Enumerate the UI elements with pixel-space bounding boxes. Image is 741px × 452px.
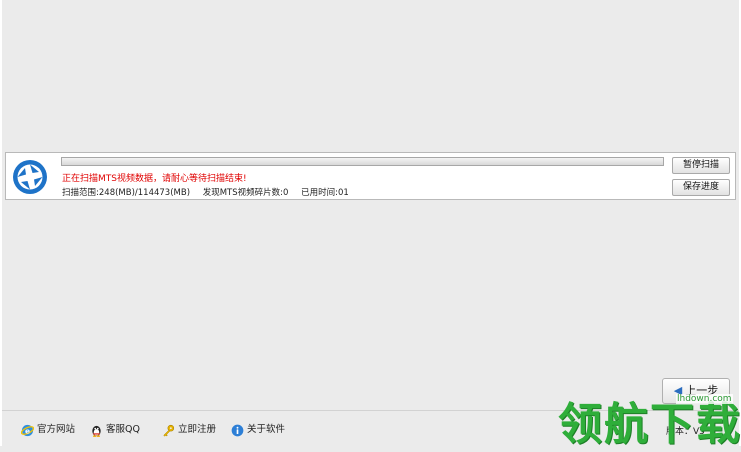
scan-range-label: 扫描范围: <box>62 188 99 198</box>
official-website-label: 官方网站 <box>37 424 76 435</box>
version-label: 版本：V5 <box>666 427 705 437</box>
service-qq-label: 客服QQ <box>106 424 140 435</box>
service-qq-link[interactable]: 客服QQ <box>90 423 140 437</box>
elapsed-value: 01 <box>338 188 349 198</box>
back-button-label: 上一步 <box>685 384 719 397</box>
pause-scan-button[interactable]: 暂停扫描 <box>672 157 730 174</box>
save-progress-button[interactable]: 保存进度 <box>672 179 730 196</box>
scan-range-value: 248(MB)/114473(MB) <box>98 188 191 198</box>
scan-status-text: 正在扫描MTS视频数据，请耐心等待扫描结束! <box>62 174 247 184</box>
fragments-label: 发现MTS视频碎片数: <box>202 188 284 198</box>
window-left-border <box>0 0 2 446</box>
info-icon <box>231 424 244 436</box>
scan-progress-bar <box>61 157 664 166</box>
scan-progress-panel: 正在扫描MTS视频数据，请耐心等待扫描结束! 扫描范围:248(MB)/1144… <box>5 152 736 200</box>
footer-divider <box>2 410 739 411</box>
ie-globe-icon: e <box>21 424 34 436</box>
key-icon <box>163 424 175 437</box>
register-now-link[interactable]: 立即注册 <box>162 423 216 437</box>
recovery-logo-icon <box>13 160 47 194</box>
qq-penguin-icon <box>92 425 101 437</box>
scan-stats: 扫描范围:248(MB)/114473(MB) 发现MTS视频碎片数:0 已用时… <box>62 186 359 198</box>
official-website-link[interactable]: e 官方网站 <box>21 423 75 437</box>
register-now-label: 立即注册 <box>178 424 217 435</box>
back-button[interactable]: ◀ 上一步 <box>662 378 730 404</box>
left-arrow-icon: ◀ <box>673 384 683 397</box>
about-software-label: 关于软件 <box>247 424 286 435</box>
fragments-value: 0 <box>283 188 289 198</box>
svg-text:e: e <box>25 426 30 435</box>
elapsed-label: 已用时间: <box>301 188 339 198</box>
about-software-link[interactable]: 关于软件 <box>231 423 285 437</box>
